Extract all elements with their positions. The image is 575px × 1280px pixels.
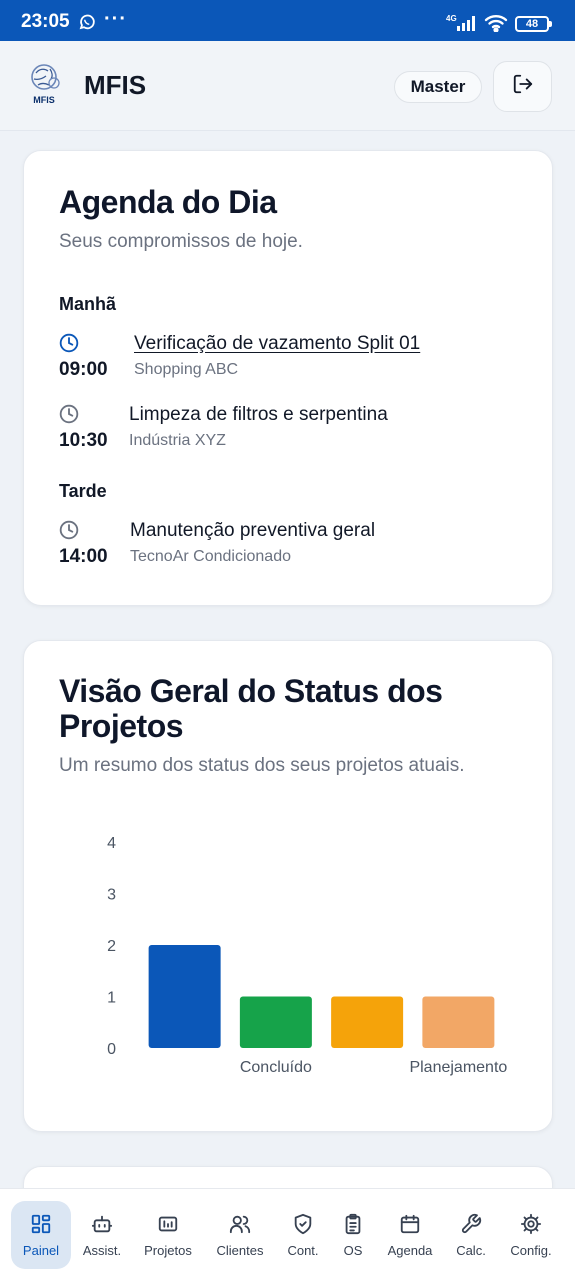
y-tick-label: 1 (107, 990, 116, 1007)
calendar-icon (399, 1213, 421, 1235)
dashboard-icon (30, 1213, 52, 1235)
app-title: MFIS (84, 70, 147, 100)
status-title: Visão Geral do Status dos Projetos (59, 673, 443, 744)
shield-check-icon (292, 1213, 314, 1235)
appointment-time: 09:00 (59, 359, 108, 380)
app-header: MFIS MFIS Master (0, 41, 575, 131)
chart-bar[interactable] (331, 996, 404, 1049)
status-bar-chart: 0 1 2 3 4 Concluído Planejamento (84, 826, 524, 1076)
x-tick-label: Concluído (240, 1059, 312, 1076)
y-tick-label: 3 (107, 887, 116, 904)
clock-icon (59, 333, 79, 358)
chart-bar[interactable] (422, 996, 495, 1049)
status-time: 23:05 (21, 11, 70, 32)
role-button[interactable]: Master (394, 71, 482, 103)
clock-icon (59, 520, 79, 545)
projects-icon (157, 1213, 179, 1235)
appointment-client: TecnoAr Condicionado (130, 548, 291, 565)
status-more-icon: ··· (104, 8, 127, 30)
appointment-item[interactable]: 14:00 Manutenção preventiva geral TecnoA… (59, 520, 529, 580)
nav-label: Projetos (144, 1243, 192, 1258)
y-tick-label: 4 (107, 835, 116, 852)
section-morning: Manhã (59, 294, 117, 314)
wifi-icon (484, 14, 508, 37)
battery-icon: 48 (515, 16, 552, 32)
appointment-client: Shopping ABC (134, 361, 239, 378)
y-tick-label: 2 (107, 938, 116, 955)
nav-label: Clientes (216, 1243, 264, 1258)
y-tick-label: 0 (107, 1041, 116, 1058)
gear-icon (520, 1213, 542, 1235)
agenda-subtitle: Seus compromissos de hoje. (59, 231, 303, 252)
users-icon (229, 1213, 251, 1235)
appointment-title-link[interactable]: Verificação de vazamento Split 01 (134, 333, 420, 355)
nav-item-painel[interactable]: Painel (11, 1201, 71, 1269)
status-bar: 23:05 ··· 4G 48 (0, 0, 575, 41)
wrench-icon (460, 1213, 482, 1235)
status-subtitle: Um resumo dos status dos seus projetos a… (59, 755, 465, 776)
nav-item-projects[interactable]: Projetos (138, 1201, 198, 1269)
nav-item-settings[interactable]: Config. (501, 1201, 561, 1269)
nav-item-agenda[interactable]: Agenda (380, 1201, 440, 1269)
clock-icon (59, 404, 79, 429)
appointment-item[interactable]: 10:30 Limpeza de filtros e serpentina In… (59, 404, 529, 464)
status-overview-card: Visão Geral do Status dos Projetos Um re… (23, 640, 553, 1132)
nav-label: Config. (510, 1243, 552, 1258)
appointment-client: Indústria XYZ (129, 432, 226, 449)
logout-icon (512, 73, 534, 100)
chart-bar[interactable] (148, 945, 221, 1048)
signal-icon (456, 15, 478, 36)
robot-icon (91, 1213, 113, 1235)
appointment-item[interactable]: 09:00 Verificação de vazamento Split 01 … (59, 333, 529, 393)
appointment-title: Manutenção preventiva geral (130, 520, 376, 541)
chart-bar[interactable] (239, 996, 312, 1049)
agenda-card: Agenda do Dia Seus compromissos de hoje.… (23, 150, 553, 606)
nav-item-assistant[interactable]: Assist. (72, 1201, 132, 1269)
appointment-time: 10:30 (59, 430, 108, 451)
agenda-title: Agenda do Dia (59, 184, 277, 220)
appointment-time: 14:00 (59, 546, 108, 567)
x-tick-label: Planejamento (409, 1059, 507, 1076)
logo-text: MFIS (33, 95, 55, 105)
logout-button[interactable] (493, 61, 552, 112)
bottom-navigation: Painel Assist. Projetos Clientes Cont. O… (0, 1188, 575, 1280)
nav-item-os[interactable]: OS (323, 1201, 383, 1269)
nav-item-clients[interactable]: Clientes (210, 1201, 270, 1269)
nav-item-calc[interactable]: Calc. (441, 1201, 501, 1269)
whatsapp-icon (78, 13, 96, 36)
appointment-title: Limpeza de filtros e serpentina (129, 404, 388, 425)
app-logo: MFIS (24, 61, 64, 107)
section-afternoon: Tarde (59, 481, 107, 501)
clipboard-icon (342, 1213, 364, 1235)
nav-label: Assist. (82, 1243, 122, 1258)
